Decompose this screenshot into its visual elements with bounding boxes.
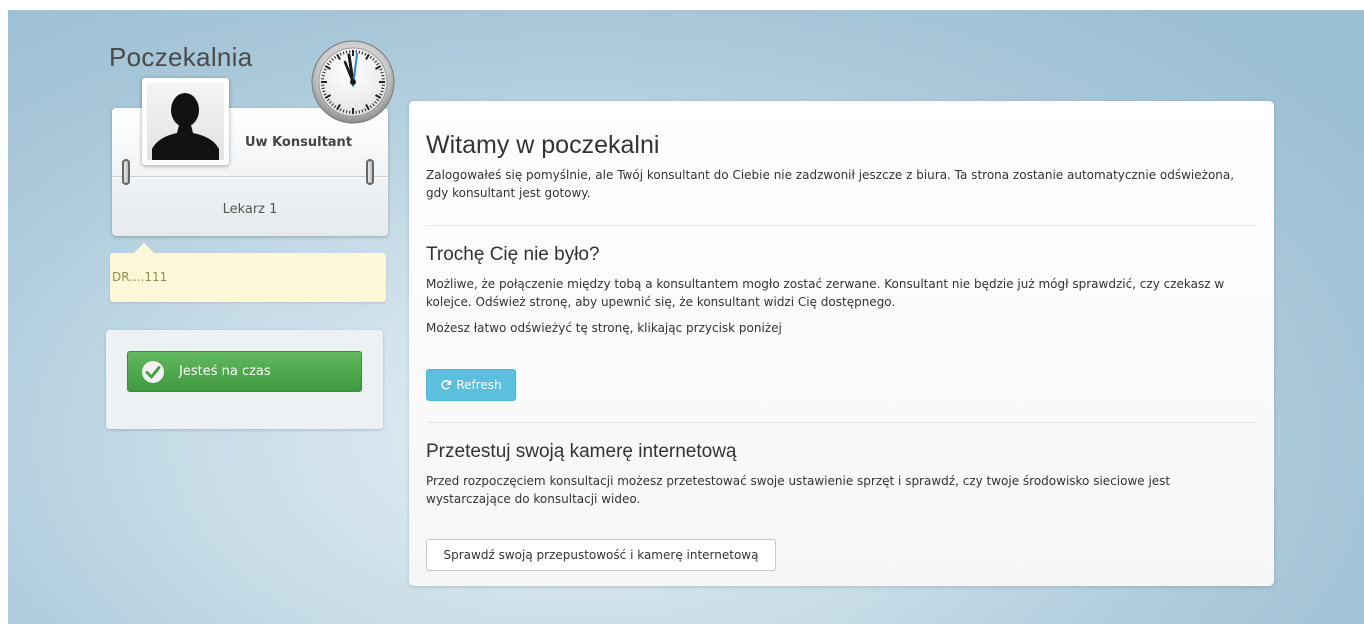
section-divider — [426, 225, 1257, 226]
clock-icon — [311, 40, 395, 124]
test-camera-button[interactable]: Sprawdź swoją przepustowość i kamerę int… — [426, 539, 776, 571]
away-section: Trochę Cię nie było? Możliwe, że połącze… — [426, 244, 1257, 337]
camera-title: Przetestuj swoją kamerę internetową — [426, 441, 737, 462]
welcome-title: Witamy w poczekalni — [426, 131, 660, 159]
on-time-status-button[interactable]: Jesteś na czas — [127, 351, 362, 392]
refresh-label: Refresh — [456, 378, 502, 392]
page-title: Poczekalnia — [109, 42, 253, 72]
avatar — [142, 78, 229, 165]
away-text: Możliwe, że połączenie między tobą a kon… — [426, 277, 1225, 309]
welcome-section: Witamy w poczekalni Zalogowałeś się pomy… — [426, 131, 1257, 202]
refresh-icon — [441, 380, 452, 390]
check-icon — [142, 361, 164, 383]
binder-ring-left-icon — [122, 159, 130, 185]
status-panel: Jesteś na czas — [106, 330, 383, 429]
card-divider — [112, 176, 388, 177]
main-panel: Witamy w poczekalni Zalogowałeś się pomy… — [409, 101, 1274, 586]
patient-code: DR....111 — [112, 270, 168, 284]
section-divider — [426, 422, 1257, 423]
refresh-button[interactable]: Refresh — [426, 369, 516, 401]
patient-code-note: DR....111 — [110, 243, 386, 302]
away-title: Trochę Cię nie było? — [426, 244, 600, 265]
camera-text: Przed rozpoczęciem konsultacji możesz pr… — [426, 474, 1171, 506]
note-pointer — [134, 243, 154, 253]
binder-ring-right-icon — [366, 159, 374, 185]
refresh-hint: Możesz łatwo odświeżyć tę stronę, klikaj… — [426, 321, 782, 335]
consultant-name: Uw Konsultant — [245, 135, 353, 150]
camera-section: Przetestuj swoją kamerę internetową Prze… — [426, 441, 1257, 508]
doctor-role: Lekarz 1 — [222, 202, 278, 217]
status-label: Jesteś na czas — [179, 364, 271, 379]
welcome-text: Zalogowałeś się pomyślnie, ale Twój kons… — [426, 168, 1235, 200]
avatar-silhouette-icon — [152, 93, 219, 160]
